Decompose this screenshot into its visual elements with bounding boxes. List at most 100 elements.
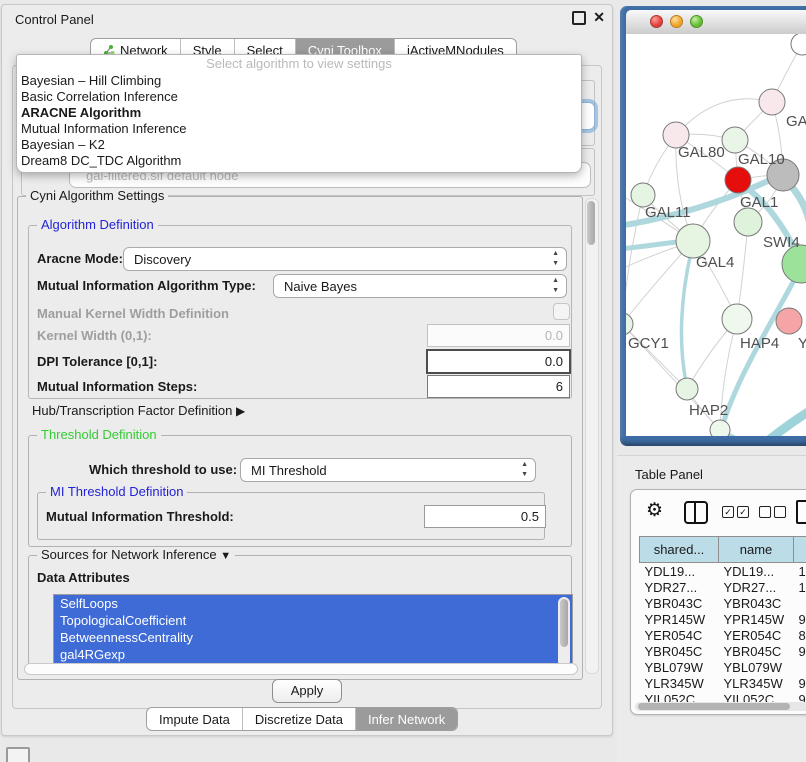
- algorithm-option[interactable]: Bayesian – Hill Climbing: [17, 73, 581, 89]
- table-cell[interactable]: YER054C: [719, 627, 794, 643]
- close-icon[interactable]: ✕: [593, 9, 605, 26]
- network-canvas[interactable]: GALGAL80GAL10GAL1GAL11GAL4SWI4GCY1HAP4YH…: [626, 34, 806, 436]
- data-attribute-item[interactable]: SelfLoops: [54, 595, 572, 612]
- network-node-gal10[interactable]: [722, 127, 748, 153]
- unchecked-checkbox-icon[interactable]: [774, 506, 786, 518]
- float-window-icon[interactable]: [572, 11, 586, 25]
- tab-label: Impute Data: [159, 712, 230, 727]
- network-node-hap4[interactable]: [722, 304, 752, 334]
- table-row: YPR145WYPR145W9.: [640, 611, 806, 627]
- table-cell[interactable]: YDR27...: [719, 579, 794, 595]
- manual-kernel-checkbox[interactable]: [553, 303, 570, 320]
- algorithm-option[interactable]: Bayesian – K2: [17, 137, 581, 153]
- table-cell[interactable]: YDR27...: [640, 579, 719, 595]
- application-window: Control Panel ✕ Network Style Select Cyn…: [0, 0, 806, 762]
- network-node[interactable]: [734, 208, 762, 236]
- tab-label: Infer Network: [368, 712, 445, 727]
- algorithm-dropdown-popup: Select algorithm to view settings Bayesi…: [16, 54, 582, 173]
- table-cell[interactable]: YDL19...: [719, 563, 794, 580]
- list-scrollbar[interactable]: [558, 597, 570, 667]
- network-node-y[interactable]: [776, 308, 802, 334]
- table-cell[interactable]: YDL19...: [640, 563, 719, 580]
- settings-vertical-scrollbar[interactable]: [585, 198, 599, 674]
- table-cell[interactable]: [794, 659, 806, 675]
- aracne-mode-combobox[interactable]: Discovery ▲▼: [123, 247, 567, 271]
- network-node[interactable]: [791, 34, 806, 55]
- network-node-gal[interactable]: [759, 89, 785, 115]
- table-row: YLR345WYLR345W9.: [640, 675, 806, 691]
- node-label: GAL: [786, 113, 806, 130]
- table-cell[interactable]: YPR145W: [640, 611, 719, 627]
- tab-discretize-data[interactable]: Discretize Data: [242, 708, 355, 730]
- scrollbar-thumb[interactable]: [638, 703, 790, 710]
- split-columns-icon[interactable]: [684, 501, 708, 524]
- zoom-traffic-light-icon[interactable]: [690, 15, 703, 28]
- column-header[interactable]: shared...: [640, 537, 719, 563]
- bottom-tabs: Impute Data Discretize Data Infer Networ…: [146, 707, 458, 731]
- group-title: Algorithm Definition: [37, 217, 158, 232]
- table-cell[interactable]: 9.: [794, 675, 806, 691]
- manual-kernel-label: Manual Kernel Width Definition: [37, 306, 229, 321]
- tab-infer-network[interactable]: Infer Network: [355, 708, 457, 730]
- scrollbar-thumb[interactable]: [560, 599, 568, 647]
- algorithm-definition-group: Algorithm Definition Aracne Mode: Discov…: [28, 225, 572, 399]
- table-horizontal-scrollbar[interactable]: [635, 702, 806, 711]
- sources-toggle[interactable]: Sources for Network Inference ▼: [37, 547, 235, 562]
- hub-definition-toggle[interactable]: Hub/Transcription Factor Definition ▶: [32, 403, 245, 418]
- mi-steps-field[interactable]: 6: [427, 375, 570, 398]
- table-cell[interactable]: [794, 595, 806, 611]
- table-cell[interactable]: YPR145W: [719, 611, 794, 627]
- data-attribute-item[interactable]: TopologicalCoefficient: [54, 612, 572, 629]
- kernel-width-field[interactable]: 0.0: [427, 324, 570, 347]
- table-cell[interactable]: YBR045C: [719, 643, 794, 659]
- dpi-tolerance-field[interactable]: 0.0: [426, 349, 571, 374]
- network-node-hap2[interactable]: [676, 378, 698, 400]
- algorithm-option[interactable]: Mutual Information Inference: [17, 121, 581, 137]
- table-cell[interactable]: YLR345W: [640, 675, 719, 691]
- settings-horizontal-scrollbar[interactable]: [24, 663, 578, 675]
- network-node-gal4[interactable]: [676, 224, 710, 258]
- combobox-value: Discovery: [134, 252, 191, 267]
- table-cell[interactable]: YBL079W: [719, 659, 794, 675]
- new-table-icon[interactable]: [796, 500, 806, 524]
- algorithm-option[interactable]: ARACNE Algorithm: [17, 105, 581, 121]
- unchecked-checkbox-icon[interactable]: [759, 506, 771, 518]
- table-cell[interactable]: 9.: [794, 611, 806, 627]
- table-cell[interactable]: 8.: [794, 627, 806, 643]
- data-attribute-item[interactable]: BetweennessCentrality: [54, 629, 572, 646]
- table-cell[interactable]: YBR045C: [640, 643, 719, 659]
- table-cell[interactable]: 9.: [794, 643, 806, 659]
- table-cell[interactable]: 12: [794, 579, 806, 595]
- table-cell[interactable]: YBL079W: [640, 659, 719, 675]
- network-node-gal1[interactable]: [725, 167, 751, 193]
- node-label: SWI4: [763, 234, 800, 251]
- table-row: YBR043CYBR043C: [640, 595, 806, 611]
- mi-algorithm-type-combobox[interactable]: Naive Bayes ▲▼: [273, 274, 567, 298]
- table-cell[interactable]: YLR345W: [719, 675, 794, 691]
- table-cell[interactable]: YER054C: [640, 627, 719, 643]
- table-cell[interactable]: YBR043C: [719, 595, 794, 611]
- docked-panel-icon[interactable]: [6, 747, 30, 762]
- algorithm-option[interactable]: Basic Correlation Inference: [17, 89, 581, 105]
- network-node-gcy1[interactable]: [626, 313, 633, 335]
- minimize-traffic-light-icon[interactable]: [670, 15, 683, 28]
- data-attribute-item[interactable]: gal4RGexp: [54, 646, 572, 663]
- mi-threshold-field[interactable]: 0.5: [424, 505, 546, 528]
- column-header[interactable]: A: [794, 537, 806, 563]
- which-threshold-combobox[interactable]: MI Threshold ▲▼: [240, 458, 536, 482]
- gear-icon[interactable]: ⚙: [646, 499, 663, 522]
- network-node[interactable]: [710, 420, 730, 436]
- algorithm-option[interactable]: Dream8 DC_TDC Algorithm: [17, 153, 581, 169]
- column-header[interactable]: name: [719, 537, 794, 563]
- close-traffic-light-icon[interactable]: [650, 15, 663, 28]
- checked-checkbox-icon[interactable]: ✓: [737, 506, 749, 518]
- table-cell[interactable]: 13: [794, 563, 806, 580]
- node-label: GAL11: [645, 204, 691, 221]
- checked-checkbox-icon[interactable]: ✓: [722, 506, 734, 518]
- dpi-tolerance-label: DPI Tolerance [0,1]:: [37, 354, 157, 369]
- scrollbar-thumb[interactable]: [587, 201, 595, 245]
- table-toolbar: ⚙ ✓ ✓: [631, 498, 806, 528]
- tab-impute-data[interactable]: Impute Data: [147, 708, 242, 730]
- apply-button[interactable]: Apply: [272, 679, 342, 703]
- table-cell[interactable]: YBR043C: [640, 595, 719, 611]
